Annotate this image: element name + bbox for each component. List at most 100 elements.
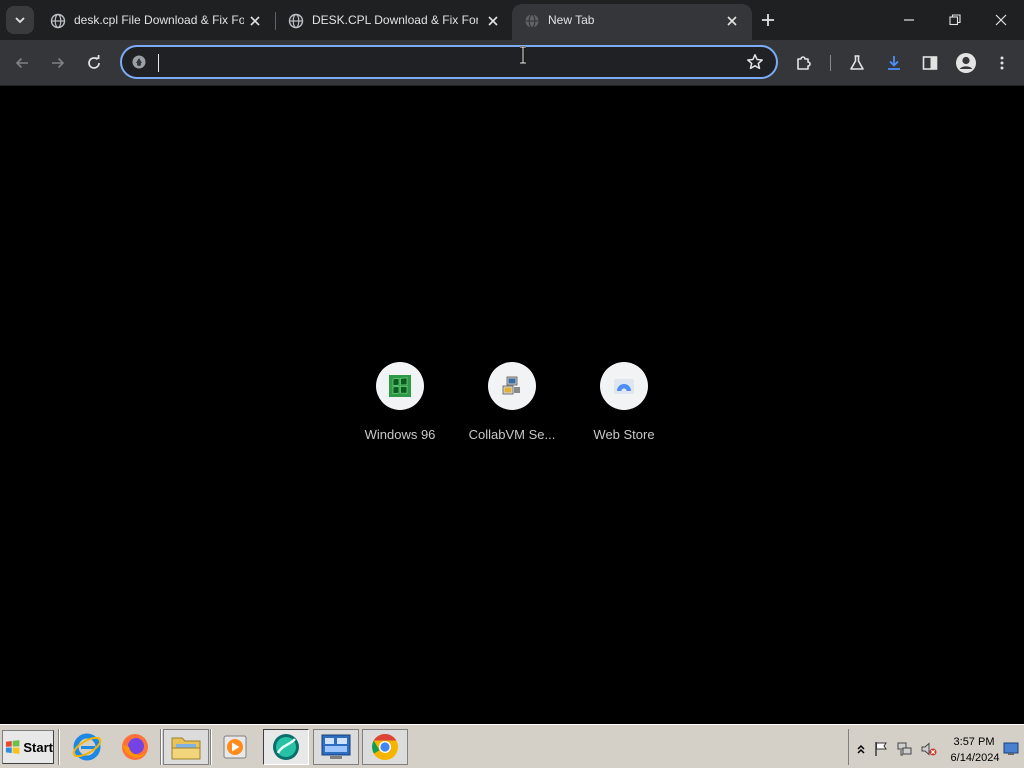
show-desktop-icon: [1003, 742, 1019, 755]
taskbar-separator: [58, 729, 60, 765]
folder-icon: [171, 737, 201, 760]
shortcut-label: CollabVM Se...: [468, 427, 556, 442]
taskbar-internet-explorer[interactable]: [64, 729, 110, 765]
control-panel-icon: [321, 734, 351, 759]
shortcut-web-store[interactable]: Web Store: [568, 360, 680, 450]
system-tray: 3:57 PM 6/14/2024: [848, 729, 1024, 765]
text-caret: [158, 54, 159, 72]
arrow-right-icon: [52, 57, 65, 69]
shortcut-icon-circle: [488, 362, 536, 410]
search-engine-icon: [132, 55, 146, 69]
tab-3-active[interactable]: New Tab: [512, 4, 752, 40]
puzzle-icon: [797, 56, 811, 70]
network-icon: [897, 742, 912, 756]
firefox-icon: [122, 734, 148, 760]
tab-title: desk.cpl File Download & Fix For A: [74, 13, 244, 27]
web-store-icon: [614, 379, 634, 394]
shortcut-collabvm[interactable]: CollabVM Se...: [456, 360, 568, 450]
bookmark-star-icon[interactable]: [746, 53, 764, 71]
globe-icon: [288, 13, 304, 29]
start-button[interactable]: Start: [2, 730, 54, 764]
shortcut-icon-circle: [600, 362, 648, 410]
labs-button[interactable]: [843, 49, 871, 77]
tab-close-button[interactable]: [246, 12, 264, 30]
toolbar-divider: [830, 55, 831, 71]
shortcut-icon-circle: [376, 362, 424, 410]
tab-close-button[interactable]: [723, 12, 741, 30]
tab-search-button[interactable]: [6, 6, 34, 34]
taskbar-control-panel[interactable]: [313, 729, 359, 765]
close-icon: [488, 16, 498, 26]
internet-explorer-icon: [72, 733, 102, 761]
action-center-button[interactable]: [873, 741, 889, 757]
shortcut-windows-96[interactable]: Windows 96: [344, 360, 456, 450]
plus-icon: [762, 14, 774, 26]
tab-title: DESK.CPL Download & Fix For Wi: [312, 13, 478, 27]
volume-muted-icon: [921, 742, 937, 756]
start-label: Start: [23, 739, 53, 755]
text-cursor-icon: [520, 46, 526, 64]
reload-button[interactable]: [80, 49, 108, 77]
windows-logo-icon: [5, 740, 20, 754]
shortcut-label: Windows 96: [364, 427, 436, 442]
screen: desk.cpl File Download & Fix For A DESK.…: [0, 0, 1024, 768]
menu-button[interactable]: [988, 49, 1016, 77]
minimize-icon: [904, 19, 914, 21]
avatar-icon: [956, 53, 976, 73]
new-tab-page: Windows 96 CollabVM Se... Web Store: [0, 87, 1024, 724]
tab-strip: desk.cpl File Download & Fix For A DESK.…: [0, 0, 1024, 40]
taskbar-chrome[interactable]: [362, 729, 408, 765]
close-icon: [250, 16, 260, 26]
address-bar[interactable]: [120, 45, 778, 79]
taskbar-separator: [160, 729, 162, 765]
taskbar: Start 3:57 PM 6/14/2024: [0, 724, 1024, 768]
tab-close-button[interactable]: [484, 12, 502, 30]
collabvm-computer-icon: [502, 376, 520, 395]
network-button[interactable]: [897, 741, 913, 757]
tab-title: New Tab: [548, 13, 595, 27]
more-vertical-icon: [1000, 56, 1004, 70]
restore-button[interactable]: [932, 0, 978, 40]
windows96-logo-icon: [389, 375, 411, 397]
close-icon: [727, 16, 737, 26]
address-input[interactable]: [156, 51, 736, 73]
back-button[interactable]: [8, 49, 36, 77]
restore-icon: [949, 14, 961, 26]
volume-button[interactable]: [921, 741, 937, 757]
chevron-up-icon: [857, 744, 865, 754]
browser-app-icon: [273, 734, 299, 760]
show-hidden-icons-button[interactable]: [853, 741, 869, 757]
shortcut-label: Web Store: [593, 427, 655, 442]
reload-icon: [88, 55, 100, 69]
profile-button[interactable]: [952, 49, 980, 77]
extensions-button[interactable]: [790, 49, 818, 77]
taskbar-file-explorer[interactable]: [163, 729, 209, 765]
new-tab-button[interactable]: [756, 8, 780, 32]
taskbar-media-player[interactable]: [212, 729, 258, 765]
side-panel-button[interactable]: [916, 49, 944, 77]
clock-date[interactable]: 6/14/2024: [945, 752, 1005, 764]
media-player-icon: [223, 735, 247, 759]
chrome-icon: [372, 733, 398, 760]
taskbar-browser-active[interactable]: [263, 729, 309, 765]
download-icon: [888, 56, 900, 70]
flag-icon: [875, 742, 887, 756]
globe-icon: [50, 13, 66, 29]
tab-2[interactable]: DESK.CPL Download & Fix For Wi: [278, 4, 510, 40]
tab-1[interactable]: desk.cpl File Download & Fix For A: [40, 4, 272, 40]
show-desktop-button[interactable]: [1003, 741, 1019, 757]
close-icon: [995, 14, 1007, 26]
close-window-button[interactable]: [978, 0, 1024, 40]
downloads-button[interactable]: [880, 49, 908, 77]
arrow-left-icon: [15, 57, 28, 69]
chevron-down-icon: [15, 17, 25, 24]
taskbar-firefox[interactable]: [112, 729, 158, 765]
minimize-button[interactable]: [886, 0, 932, 40]
flask-icon: [850, 55, 864, 70]
clock-time[interactable]: 3:57 PM: [947, 736, 1001, 748]
forward-button[interactable]: [44, 49, 72, 77]
browser-toolbar: [0, 40, 1024, 86]
tab-separator: [275, 12, 276, 30]
side-panel-icon: [922, 56, 938, 70]
globe-icon: [525, 13, 539, 29]
